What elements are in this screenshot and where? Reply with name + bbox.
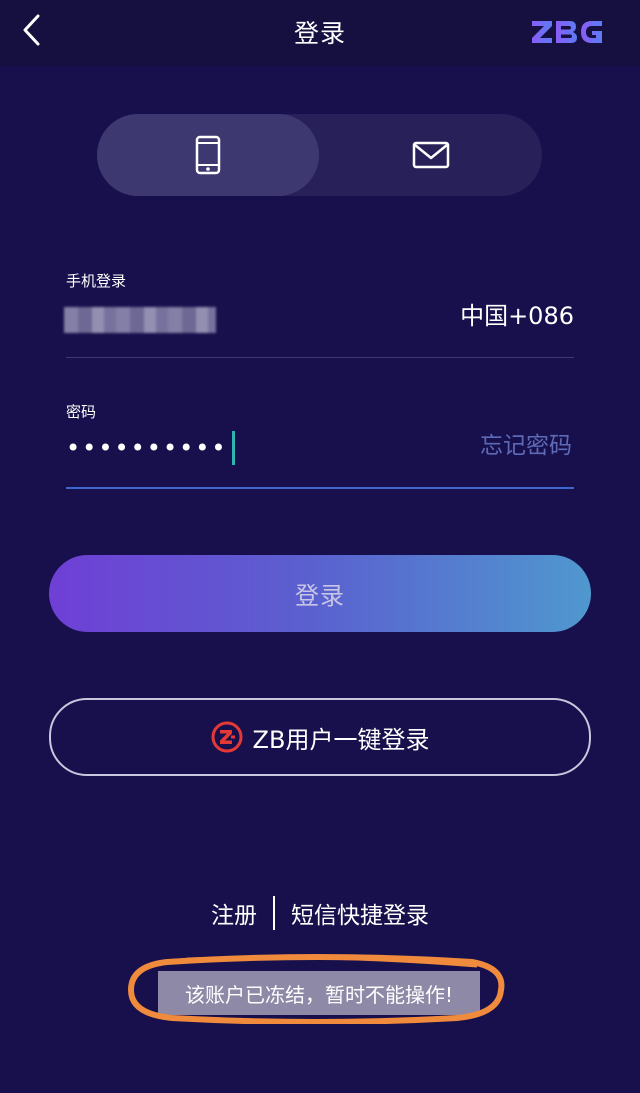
zb-quick-login-button[interactable]: ZB用户一键登录 — [49, 698, 591, 776]
password-masked-value: •••••••••• — [66, 434, 228, 462]
tab-email[interactable] — [319, 114, 542, 196]
top-bar: 登录 — [0, 0, 640, 66]
login-method-tabs — [97, 114, 542, 196]
password-field-underline — [66, 487, 574, 489]
login-screen: 登录 手机登录 中国+086 密码 •••••••••• 忘记密码 登录 ZB用… — [0, 0, 640, 1093]
phone-field-label: 手机登录 — [66, 272, 127, 290]
password-field-label: 密码 — [66, 403, 97, 421]
bottom-links: 注册 短信快捷登录 — [0, 896, 640, 930]
login-button[interactable]: 登录 — [49, 555, 591, 632]
mobile-phone-icon — [195, 135, 221, 175]
phone-field-underline — [66, 357, 574, 358]
envelope-icon — [412, 141, 449, 169]
zb-logo-icon — [211, 721, 243, 753]
zb-quick-login-label: ZB用户一键登录 — [252, 725, 430, 754]
phone-input[interactable] — [64, 307, 216, 333]
country-code-selector[interactable]: 中国+086 — [460, 296, 574, 331]
password-input[interactable]: •••••••••• — [66, 428, 235, 468]
tab-phone[interactable] — [97, 114, 319, 196]
register-link[interactable]: 注册 — [211, 896, 257, 930]
text-caret — [231, 431, 235, 465]
forgot-password-link[interactable]: 忘记密码 — [480, 426, 572, 460]
error-toast: 该账户已冻结，暂时不能操作! — [158, 971, 480, 1015]
link-separator — [273, 896, 275, 930]
sms-login-link[interactable]: 短信快捷登录 — [291, 896, 429, 930]
zbg-logo — [532, 21, 602, 43]
